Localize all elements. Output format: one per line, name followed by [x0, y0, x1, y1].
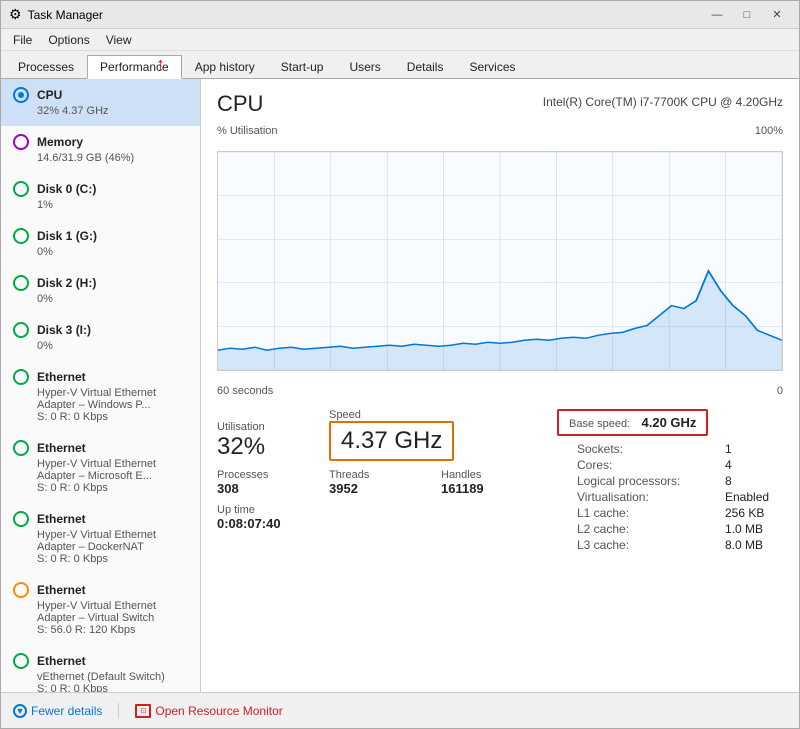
sidebar-item-disk3[interactable]: Disk 3 (I:) 0%	[1, 314, 200, 361]
fewer-details-link[interactable]: ▼ Fewer details	[13, 704, 102, 718]
threads-block: Threads 3952	[329, 469, 409, 496]
ethernet3-icon	[13, 511, 29, 527]
window-icon: ⚙	[9, 6, 22, 23]
chart-label-bottom: 60 seconds 0	[217, 385, 783, 397]
speed-block: Speed 4.37 GHz	[329, 409, 454, 461]
chart-time-left: 60 seconds	[217, 385, 273, 397]
cpu-title: CPU	[217, 91, 263, 117]
utilisation-label: % Utilisation	[217, 125, 278, 137]
cpu-model: Intel(R) Core(TM) i7-7700K CPU @ 4.20GHz	[543, 95, 783, 109]
base-speed-box: Base speed: 4.20 GHz	[557, 409, 708, 436]
tab-details[interactable]: Details	[394, 54, 457, 78]
virtualisation-label: Virtualisation:	[577, 490, 717, 504]
cpu-header: CPU Intel(R) Core(TM) i7-7700K CPU @ 4.2…	[217, 91, 783, 117]
sidebar: CPU 32% 4.37 GHz Memory 14.6/31.9 GB (46…	[1, 79, 201, 692]
bottom-bar: ▼ Fewer details ⊡ Open Resource Monitor	[1, 692, 799, 728]
tab-processes[interactable]: Processes	[5, 54, 87, 78]
cpu-info-grid: Sockets: 1 Cores: 4 Logical processors: …	[577, 442, 783, 552]
sidebar-item-disk2[interactable]: Disk 2 (H:) 0%	[1, 267, 200, 314]
bottom-divider	[118, 703, 119, 719]
ethernet4-icon	[13, 582, 29, 598]
ethernet5-icon	[13, 653, 29, 669]
sockets-value: 1	[725, 442, 783, 456]
tab-users[interactable]: Users	[336, 54, 393, 78]
uptime-block: Up time 0:08:07:40	[217, 504, 521, 531]
sockets-label: Sockets:	[577, 442, 717, 456]
cpu-stats-left: Utilisation 32% Speed 4.37 GHz	[217, 409, 541, 552]
cpu-chart-svg	[218, 152, 782, 370]
sidebar-item-ethernet3[interactable]: Ethernet Hyper-V Virtual Ethernet Adapte…	[1, 503, 200, 574]
menu-bar: File Options View	[1, 29, 799, 51]
virtualisation-value: Enabled	[725, 490, 783, 504]
chart-time-right: 0	[777, 385, 783, 397]
processes-block: Processes 308	[217, 469, 297, 496]
base-speed-row: Base speed: 4.20 GHz	[557, 409, 783, 436]
menu-file[interactable]: File	[5, 31, 40, 49]
disk1-icon	[13, 228, 29, 244]
ethernet2-icon	[13, 440, 29, 456]
sidebar-item-ethernet2[interactable]: Ethernet Hyper-V Virtual Ethernet Adapte…	[1, 432, 200, 503]
logical-value: 8	[725, 474, 783, 488]
l3-label: L3 cache:	[577, 538, 717, 552]
disk2-icon	[13, 275, 29, 291]
menu-options[interactable]: Options	[40, 31, 97, 49]
title-bar: ⚙ Task Manager — □ ✕	[1, 1, 799, 29]
handles-block: Handles 161189	[441, 469, 521, 496]
sidebar-item-memory[interactable]: Memory 14.6/31.9 GB (46%)	[1, 126, 200, 173]
tab-app-history[interactable]: App history	[182, 54, 268, 78]
menu-view[interactable]: View	[98, 31, 140, 49]
arrow-indicator: ↑	[156, 54, 165, 75]
sidebar-item-ethernet1[interactable]: Ethernet Hyper-V Virtual Ethernet Adapte…	[1, 361, 200, 432]
main-content: CPU 32% 4.37 GHz Memory 14.6/31.9 GB (46…	[1, 79, 799, 692]
logical-label: Logical processors:	[577, 474, 717, 488]
disk3-icon	[13, 322, 29, 338]
sidebar-item-disk0[interactable]: Disk 0 (C:) 1%	[1, 173, 200, 220]
l1-value: 256 KB	[725, 506, 783, 520]
tabs-bar: Processes Performance ↑ App history Star…	[1, 51, 799, 79]
tab-services[interactable]: Services	[456, 54, 528, 78]
maximize-button[interactable]: □	[733, 5, 761, 25]
cpu-detail-panel: CPU Intel(R) Core(TM) i7-7700K CPU @ 4.2…	[201, 79, 799, 692]
cpu-icon	[13, 87, 29, 103]
l3-value: 8.0 MB	[725, 538, 783, 552]
ethernet1-icon	[13, 369, 29, 385]
cores-value: 4	[725, 458, 783, 472]
task-manager-window: ⚙ Task Manager — □ ✕ File Options View P…	[0, 0, 800, 729]
tab-startup[interactable]: Start-up	[268, 54, 337, 78]
memory-icon	[13, 134, 29, 150]
disk0-icon	[13, 181, 29, 197]
fewer-icon: ▼	[13, 704, 27, 718]
l1-label: L1 cache:	[577, 506, 717, 520]
sidebar-item-cpu[interactable]: CPU 32% 4.37 GHz	[1, 79, 200, 126]
cores-label: Cores:	[577, 458, 717, 472]
cpu-info-right: Base speed: 4.20 GHz Sockets: 1 Cores: 4…	[557, 409, 783, 552]
utilisation-block: Utilisation 32%	[217, 421, 297, 461]
open-monitor-link[interactable]: ⊡ Open Resource Monitor	[135, 704, 282, 718]
chart-label-top: % Utilisation 100%	[217, 125, 783, 137]
monitor-icon: ⊡	[135, 704, 151, 718]
chart-max: 100%	[755, 125, 783, 137]
cpu-chart	[217, 151, 783, 371]
sidebar-item-ethernet4[interactable]: Ethernet Hyper-V Virtual Ethernet Adapte…	[1, 574, 200, 645]
window-title: Task Manager	[28, 8, 103, 22]
minimize-button[interactable]: —	[703, 5, 731, 25]
cpu-stats-lower: Utilisation 32% Speed 4.37 GHz	[217, 409, 783, 552]
l2-value: 1.0 MB	[725, 522, 783, 536]
sidebar-item-disk1[interactable]: Disk 1 (G:) 0%	[1, 220, 200, 267]
l2-label: L2 cache:	[577, 522, 717, 536]
close-button[interactable]: ✕	[763, 5, 791, 25]
tab-performance[interactable]: Performance ↑	[87, 55, 182, 79]
speed-box: 4.37 GHz	[329, 421, 454, 461]
sidebar-item-ethernet5[interactable]: Ethernet vEthernet (Default Switch) S: 0…	[1, 645, 200, 692]
